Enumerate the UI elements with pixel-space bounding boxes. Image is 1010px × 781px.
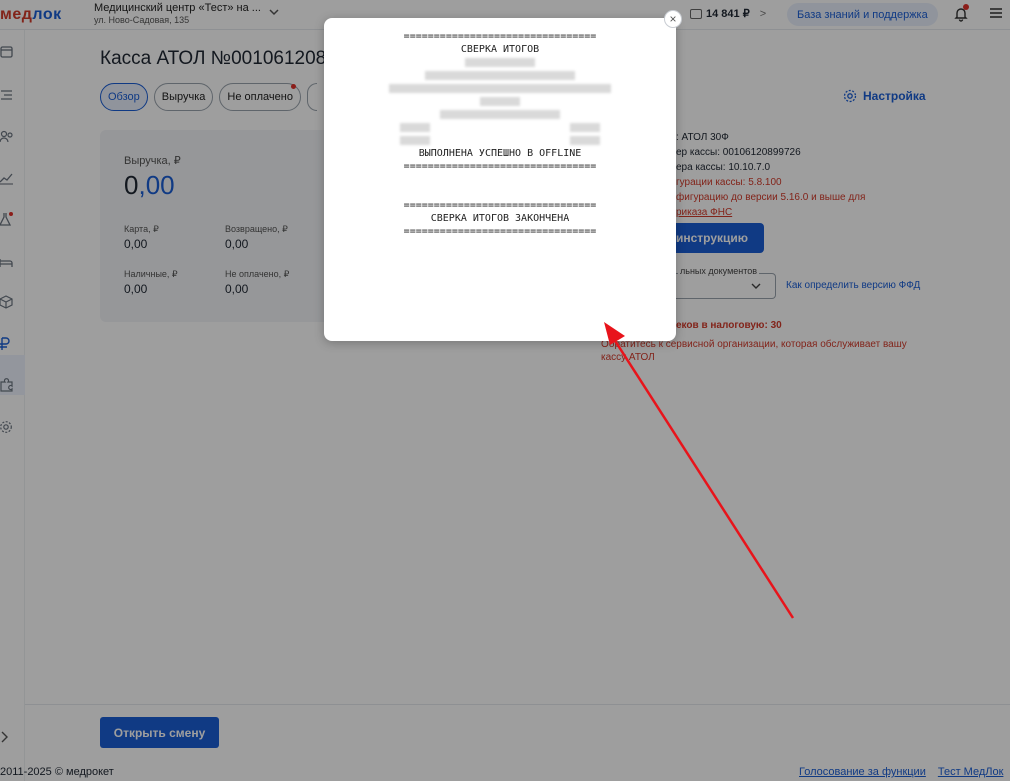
receipt-redacted-line [324,69,676,82]
receipt-separator: ================================ [403,200,597,211]
receipt-redacted-line [324,121,676,134]
receipt-blank [324,173,676,186]
receipt-redacted-line [324,108,676,121]
receipt-redacted-line [324,82,676,95]
receipt-redacted-line [324,95,676,108]
receipt-separator: ================================ [403,161,597,172]
receipt-separator: ================================ [403,31,597,42]
receipt-blank [324,186,676,199]
receipt-title: СВЕРКА ИТОГОВ [460,44,540,55]
receipt-end: СВЕРКА ИТОГОВ ЗАКОНЧЕНА [430,213,570,224]
close-icon[interactable]: × [664,10,682,28]
receipt-content: ================================ СВЕРКА … [324,30,676,238]
receipt-status: ВЫПОЛНЕНА УСПЕШНО В OFFLINE [418,148,582,159]
receipt-separator: ================================ [403,226,597,237]
receipt-redacted-line [324,56,676,69]
receipt-modal: ================================ СВЕРКА … [324,18,676,341]
receipt-redacted-line [324,134,676,147]
